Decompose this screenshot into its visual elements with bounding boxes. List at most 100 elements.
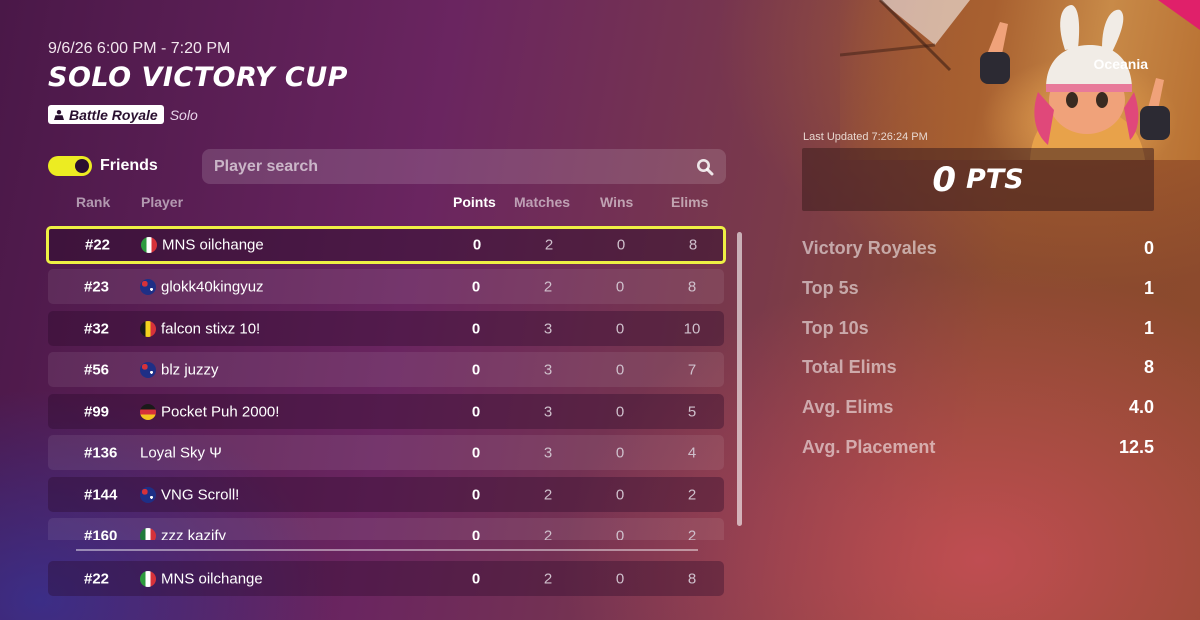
row-points: 0 xyxy=(471,278,481,295)
player-search-box[interactable] xyxy=(202,149,726,184)
table-row[interactable]: #32 falcon stixz 10! 0 3 0 10 xyxy=(48,311,724,346)
stat-avg-placement: Avg. Placement 12.5 xyxy=(802,437,1154,458)
pinned-divider xyxy=(76,549,698,551)
row-points: 0 xyxy=(471,444,481,461)
germany-flag-icon xyxy=(140,403,156,420)
row-matches: 2 xyxy=(544,236,554,254)
italy-flag-icon xyxy=(140,570,156,587)
mode-row: Battle Royale Solo xyxy=(48,105,198,124)
row-wins: 0 xyxy=(615,570,625,587)
event-time-range: 9/6/26 6:00 PM - 7:20 PM xyxy=(48,40,231,57)
stat-value: 0 xyxy=(1143,238,1154,258)
row-elims: 8 xyxy=(688,236,698,254)
stat-value: 1 xyxy=(1143,278,1154,298)
row-wins: 0 xyxy=(616,236,626,254)
row-elims: 8 xyxy=(687,570,697,587)
row-elims: 4 xyxy=(687,444,697,461)
row-matches: 2 xyxy=(543,527,553,540)
row-matches: 2 xyxy=(543,570,553,587)
row-player: VNG Scroll! xyxy=(161,486,240,503)
total-points-box: 0 PTS xyxy=(802,148,1154,211)
row-elims: 2 xyxy=(687,527,697,540)
header-matches[interactable]: Matches xyxy=(514,194,570,210)
scrollbar[interactable] xyxy=(737,232,742,526)
stat-top-10s: Top 10s 1 xyxy=(802,318,1154,339)
total-points-unit: PTS xyxy=(966,164,1024,195)
row-wins: 0 xyxy=(615,320,625,337)
stat-label: Avg. Placement xyxy=(802,437,936,457)
mode-badge: Battle Royale xyxy=(48,105,164,124)
stat-value: 12.5 xyxy=(1118,437,1154,457)
mexico-flag-icon xyxy=(140,527,156,540)
table-row[interactable]: #160 zzz kazify 0 2 0 2 xyxy=(48,518,724,540)
australia-flag-icon xyxy=(140,361,156,378)
table-row[interactable]: #99 Pocket Puh 2000! 0 3 0 5 xyxy=(48,394,724,429)
search-icon[interactable] xyxy=(696,158,714,176)
toggle-knob xyxy=(75,159,89,173)
table-row[interactable]: #144 VNG Scroll! 0 2 0 2 xyxy=(48,477,724,512)
pinned-player-row[interactable]: #22 MNS oilchange 0 2 0 8 xyxy=(48,561,724,596)
friends-toggle[interactable] xyxy=(48,156,92,176)
row-elims: 5 xyxy=(687,403,697,420)
scrollbar-thumb[interactable] xyxy=(737,232,742,526)
leaderboard-list[interactable]: #22 MNS oilchange 0 2 0 8 #23 glokk40kin… xyxy=(46,226,728,540)
region-label: Oceania xyxy=(1093,56,1148,72)
stat-label: Victory Royales xyxy=(802,238,937,258)
total-points-value: 0 xyxy=(932,159,956,200)
row-rank: #32 xyxy=(84,320,110,337)
table-row[interactable]: #136 Loyal Sky Ψ 0 3 0 4 xyxy=(48,435,724,470)
row-rank: #136 xyxy=(84,444,118,461)
stat-label: Avg. Elims xyxy=(802,397,894,417)
row-points: 0 xyxy=(471,320,481,337)
row-player: glokk40kingyuz xyxy=(161,278,264,295)
row-player: falcon stixz 10! xyxy=(161,320,261,337)
stat-value: 8 xyxy=(1143,357,1154,377)
row-rank: #22 xyxy=(85,236,111,254)
mode-label: Battle Royale xyxy=(69,106,158,123)
header-rank: Rank xyxy=(76,194,111,210)
friends-toggle-group[interactable]: Friends xyxy=(48,156,158,176)
player-search-input[interactable] xyxy=(214,157,696,176)
friends-label: Friends xyxy=(100,157,158,174)
row-matches: 3 xyxy=(543,320,553,337)
row-elims: 2 xyxy=(687,486,697,503)
stat-value: 1 xyxy=(1143,318,1154,338)
header-elims[interactable]: Elims xyxy=(671,194,708,210)
row-wins: 0 xyxy=(615,486,625,503)
row-points: 0 xyxy=(471,403,481,420)
row-player: zzz kazify xyxy=(161,527,227,540)
row-points: 0 xyxy=(471,570,481,587)
header-player: Player xyxy=(141,194,184,210)
row-player: Pocket Puh 2000! xyxy=(161,403,280,420)
sub-mode-label: Solo xyxy=(169,106,198,123)
row-matches: 2 xyxy=(543,278,553,295)
row-rank: #160 xyxy=(84,527,118,540)
row-matches: 3 xyxy=(543,361,553,378)
row-matches: 2 xyxy=(543,486,553,503)
table-row[interactable]: #23 glokk40kingyuz 0 2 0 8 xyxy=(48,269,724,304)
header-wins[interactable]: Wins xyxy=(600,194,633,210)
row-wins: 0 xyxy=(615,278,625,295)
row-matches: 3 xyxy=(543,444,553,461)
row-wins: 0 xyxy=(615,444,625,461)
table-row[interactable]: #56 blz juzzy 0 3 0 7 xyxy=(48,352,724,387)
stat-label: Total Elims xyxy=(802,357,897,377)
italy-flag-icon xyxy=(141,237,157,253)
last-updated: Last Updated 7:26:24 PM xyxy=(803,131,928,143)
row-points: 0 xyxy=(472,236,482,254)
row-rank: #99 xyxy=(84,403,110,420)
row-rank: #144 xyxy=(84,486,118,503)
header-points[interactable]: Points xyxy=(453,194,496,210)
stat-avg-elims: Avg. Elims 4.0 xyxy=(802,397,1154,418)
row-player: MNS oilchange xyxy=(161,570,263,587)
row-rank: #22 xyxy=(84,570,110,587)
row-rank: #56 xyxy=(84,361,110,378)
battle-royale-icon xyxy=(54,109,64,120)
stat-victory-royales: Victory Royales 0 xyxy=(802,238,1154,259)
row-wins: 0 xyxy=(615,403,625,420)
row-elims: 8 xyxy=(687,278,697,295)
table-row-selected[interactable]: #22 MNS oilchange 0 2 0 8 xyxy=(46,226,726,264)
stat-label: Top 10s xyxy=(802,318,869,338)
row-rank: #23 xyxy=(84,278,110,295)
stat-top-5s: Top 5s 1 xyxy=(802,278,1154,299)
